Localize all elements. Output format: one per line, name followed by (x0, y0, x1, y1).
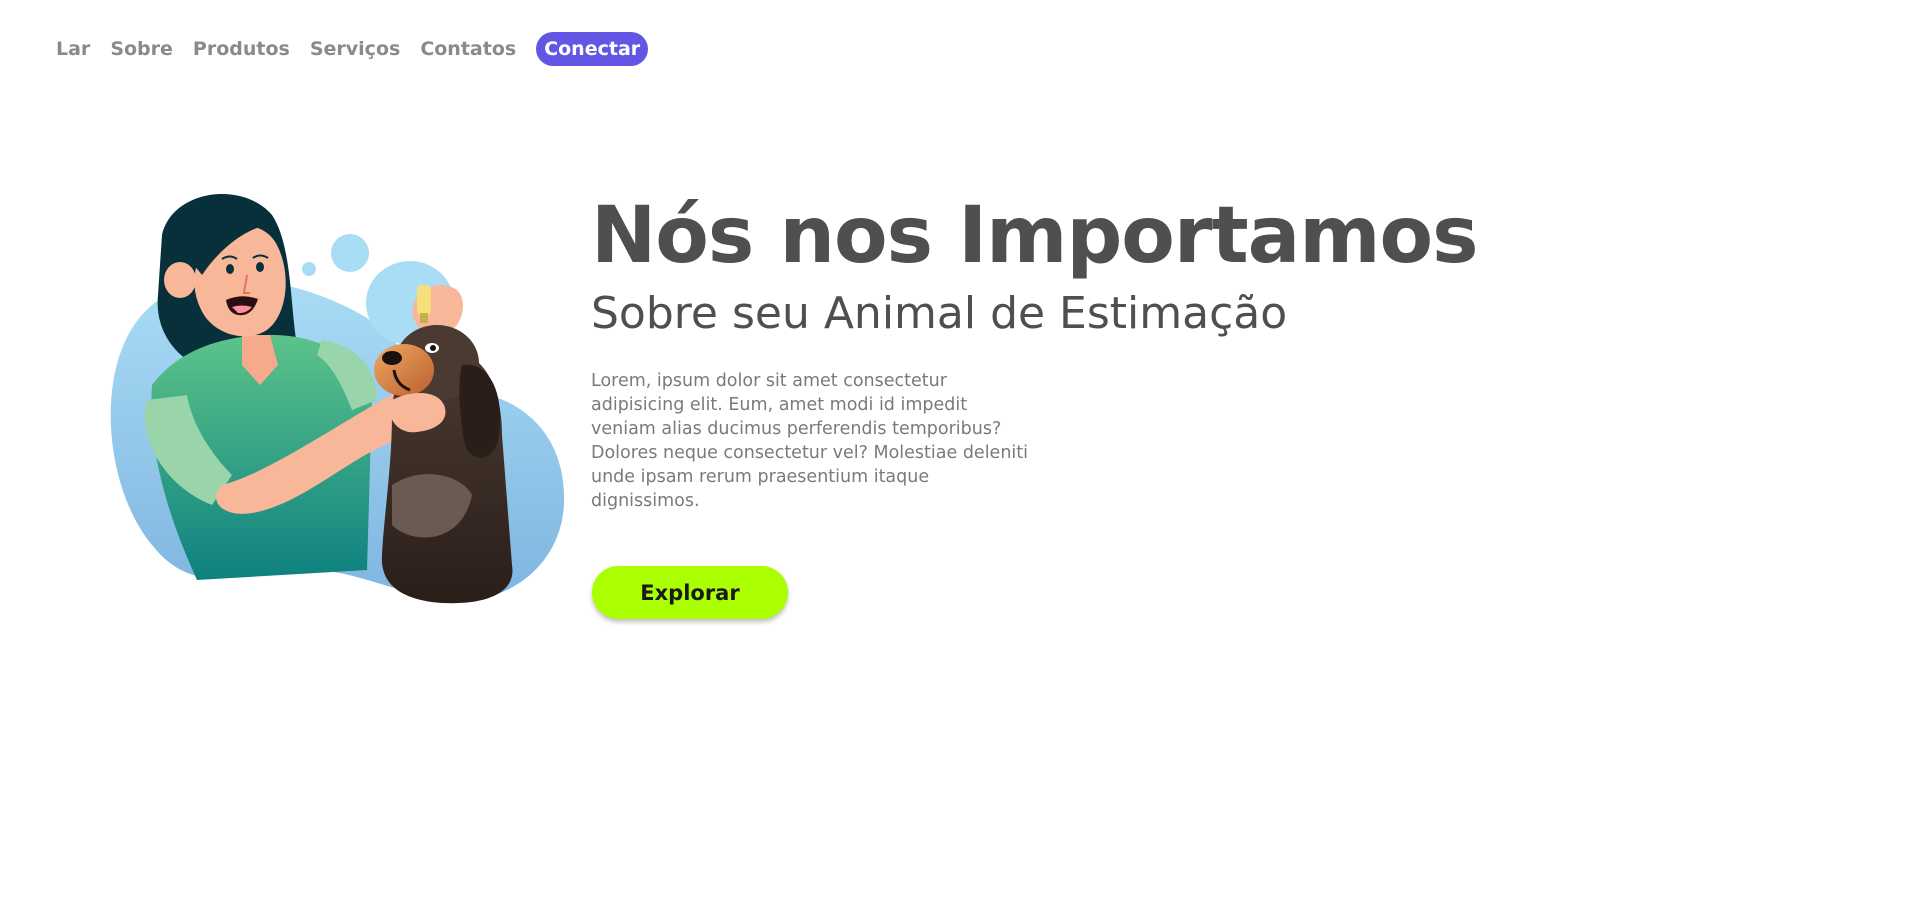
hero-subtitle: Sobre seu Animal de Estimação (591, 288, 1288, 339)
nav-item-contatos[interactable]: Contatos (420, 32, 516, 66)
explore-button[interactable]: Explorar (592, 566, 788, 619)
hero-title: Nós nos Importamos (591, 191, 1479, 281)
nav-item-servicos[interactable]: Serviços (310, 32, 400, 66)
connect-button[interactable]: Conectar (536, 32, 649, 66)
bubble-small (302, 262, 316, 276)
pet-care-illustration (110, 193, 565, 604)
bubble-large (331, 234, 369, 272)
nav-item-lar[interactable]: Lar (56, 32, 90, 66)
hero-description: Lorem, ipsum dolor sit amet consectetur … (591, 371, 1029, 511)
main-nav: Lar Sobre Produtos Serviços Contatos Con… (56, 32, 649, 66)
eye-drop-bottle (417, 285, 431, 315)
nav-item-sobre[interactable]: Sobre (110, 32, 173, 66)
nav-item-produtos[interactable]: Produtos (193, 32, 290, 66)
